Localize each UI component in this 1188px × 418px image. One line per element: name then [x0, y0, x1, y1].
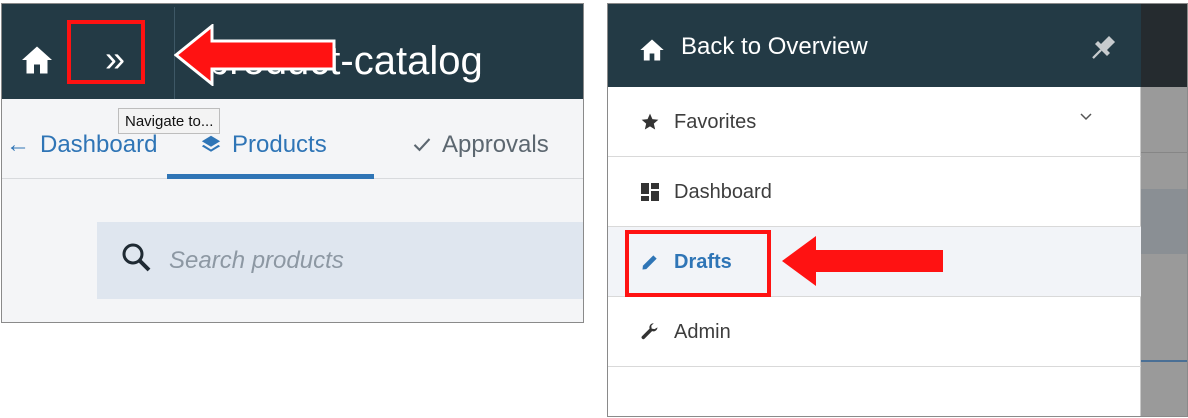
navigation-menu-screenshot: Back to Overview Favorites Dashboard Dra…: [607, 3, 1188, 417]
tab-approvals-label: Approvals: [442, 131, 549, 158]
tooltip: Navigate to...: [118, 108, 221, 134]
nav-header[interactable]: Back to Overview: [608, 4, 1141, 87]
arrow-left-icon: ←: [6, 131, 30, 158]
red-arrow-annotation: [782, 236, 943, 286]
nav-item-favorites[interactable]: Favorites: [608, 87, 1141, 157]
search-bar[interactable]: Search products: [97, 222, 583, 299]
red-arrow-annotation: [174, 24, 336, 86]
nav-item-label: Admin: [674, 321, 731, 343]
nav-item-label: Dashboard: [674, 181, 772, 203]
dashboard-icon: [641, 183, 659, 201]
home-button[interactable]: [19, 42, 55, 78]
search-icon: [122, 243, 151, 272]
home-icon: [640, 39, 664, 61]
pin-icon[interactable]: [1086, 31, 1120, 65]
checkmark-icon: [412, 130, 432, 160]
active-tab-indicator: [167, 174, 374, 179]
tab-approvals[interactable]: Approvals: [412, 130, 549, 160]
search-input[interactable]: Search products: [169, 246, 344, 276]
background-overlay: [1141, 4, 1187, 416]
tab-products-label: Products: [232, 131, 327, 158]
nav-item-admin[interactable]: Admin: [608, 297, 1141, 367]
highlight-box: [625, 230, 771, 297]
home-icon: [22, 46, 52, 74]
wrench-icon: [641, 323, 658, 340]
star-icon: [641, 113, 659, 130]
back-to-overview-link[interactable]: Back to Overview: [681, 31, 868, 63]
chevron-down-icon[interactable]: [1078, 109, 1094, 125]
nav-item-label: Favorites: [674, 111, 757, 133]
tab-products[interactable]: Products: [200, 130, 327, 160]
nav-item-dashboard[interactable]: Dashboard: [608, 157, 1141, 227]
highlight-box: [67, 20, 145, 84]
tab-dashboard-label: Dashboard: [40, 131, 158, 158]
navigation-menu: Back to Overview Favorites Dashboard Dra…: [608, 4, 1141, 416]
